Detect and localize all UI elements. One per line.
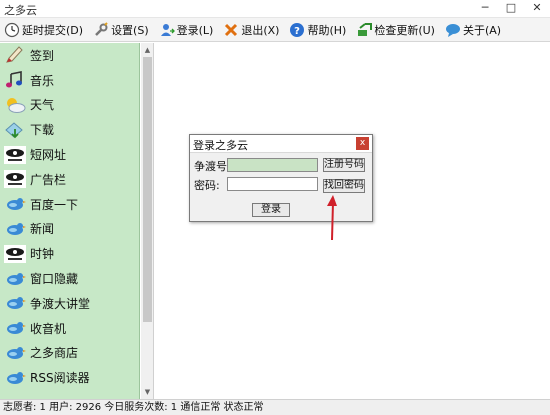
about-label: 关于(A)	[462, 23, 502, 37]
sidebar-item-label: 百度一下	[30, 197, 79, 212]
sidebar-item-clock[interactable]: 时钟	[0, 241, 139, 266]
sidebar-item-label: RSS阅读器	[30, 371, 90, 386]
sidebar-item-weather[interactable]: 天气	[0, 93, 139, 118]
clock-icon	[4, 22, 20, 38]
sidebar-item-rss-reader[interactable]: RSS阅读器	[0, 365, 139, 390]
dialog-title-bar: 登录之多云 x	[190, 135, 372, 153]
close-window-button[interactable]: ✕	[530, 1, 544, 14]
eye-logo-icon	[4, 170, 26, 189]
pen-icon	[4, 46, 26, 64]
scrollbar-thumb[interactable]	[143, 57, 152, 322]
wrench-icon	[93, 21, 109, 38]
about-icon	[445, 22, 461, 38]
minimize-button[interactable]: ─	[478, 1, 492, 14]
user-login-icon	[159, 22, 175, 38]
maximize-button[interactable]: □	[504, 1, 518, 14]
sidebar-item-label: 争渡大讲堂	[30, 296, 91, 311]
sidebar-item-checkin[interactable]: 签到	[0, 43, 139, 68]
annotation-arrow-icon	[327, 195, 337, 241]
weather-icon	[4, 96, 26, 114]
login-label: 登录(L)	[176, 23, 214, 37]
sidebar-item-hide-window[interactable]: 窗口隐藏	[0, 266, 139, 291]
scroll-up-icon[interactable]: ▲	[143, 45, 152, 55]
sidebar-item-radio[interactable]: 收音机	[0, 316, 139, 341]
window-title: 之多云	[4, 4, 37, 17]
sidebar: 签到 音乐 天气 下载 短网址 广告栏 百度一下 新闻 时钟 窗口隐藏 争渡大讲…	[0, 43, 140, 399]
sidebar-item-label: 天气	[30, 98, 55, 113]
eye-logo-icon	[4, 244, 26, 263]
bird-icon	[4, 220, 26, 238]
sidebar-item-label: 音乐	[30, 73, 55, 88]
bird-icon	[4, 294, 26, 312]
password-label: 密码:	[194, 179, 220, 192]
sidebar-item-baidu[interactable]: 百度一下	[0, 192, 139, 217]
dialog-title: 登录之多云	[193, 139, 248, 152]
username-label: 争渡号:	[194, 160, 231, 173]
exit-label: 退出(X)	[241, 23, 280, 37]
help-icon: ?	[289, 22, 305, 38]
sidebar-item-label: 窗口隐藏	[30, 272, 79, 287]
status-bar: 志愿者: 1 用户: 2926 今日服务次数: 1 通信正常 状态正常	[0, 399, 550, 415]
delayed-submit-button[interactable]: 延时提交(D)	[2, 19, 85, 41]
sidebar-scrollbar[interactable]: ▲ ▼	[141, 43, 154, 399]
toolbar: 延时提交(D) 设置(S) 登录(L) 退出(X) ? 帮助(H) 检查更新(U…	[0, 18, 550, 42]
settings-label: 设置(S)	[111, 23, 149, 37]
sidebar-item-label: 签到	[30, 48, 55, 63]
sidebar-item-label: 下载	[30, 123, 55, 138]
svg-text:?: ?	[295, 26, 301, 37]
title-bar: 之多云 ─ □ ✕	[0, 0, 550, 18]
dialog-close-button[interactable]: x	[356, 137, 369, 150]
sidebar-item-music[interactable]: 音乐	[0, 68, 139, 93]
sidebar-item-label: 新闻	[30, 222, 55, 237]
bird-icon	[4, 270, 26, 288]
settings-button[interactable]: 设置(S)	[91, 19, 151, 41]
register-button[interactable]: 注册号码	[323, 158, 365, 172]
help-button[interactable]: ? 帮助(H)	[287, 19, 348, 41]
sidebar-item-label: 短网址	[30, 148, 67, 163]
bird-icon	[4, 319, 26, 337]
sidebar-item-short-url[interactable]: 短网址	[0, 142, 139, 167]
sidebar-item-label: 时钟	[30, 247, 55, 262]
sidebar-item-ad-bar[interactable]: 广告栏	[0, 167, 139, 192]
scroll-down-icon[interactable]: ▼	[143, 387, 152, 397]
exit-icon	[223, 22, 239, 38]
sidebar-item-download[interactable]: 下载	[0, 117, 139, 142]
login-button[interactable]: 登录(L)	[157, 19, 216, 41]
bird-icon	[4, 369, 26, 387]
sidebar-item-news[interactable]: 新闻	[0, 217, 139, 242]
check-update-button[interactable]: 检查更新(U)	[354, 19, 437, 41]
update-icon	[356, 22, 373, 38]
sidebar-item-store[interactable]: 之多商店	[0, 341, 139, 366]
login-submit-button[interactable]: 登录	[252, 203, 290, 217]
password-field[interactable]	[227, 177, 318, 191]
help-label: 帮助(H)	[307, 23, 347, 37]
music-icon	[4, 71, 26, 89]
sidebar-item-label: 广告栏	[30, 172, 67, 187]
about-button[interactable]: 关于(A)	[443, 19, 503, 41]
delayed-submit-label: 延时提交(D)	[22, 23, 84, 37]
eye-logo-icon	[4, 145, 26, 164]
username-field[interactable]	[227, 158, 318, 172]
sidebar-item-label: 之多商店	[30, 346, 79, 361]
bird-icon	[4, 195, 26, 213]
download-icon	[4, 121, 26, 139]
login-dialog: 登录之多云 x 争渡号: 注册号码 密码: 找回密码 登录	[189, 134, 373, 222]
window-controls: ─ □ ✕	[478, 1, 544, 14]
check-update-label: 检查更新(U)	[374, 23, 435, 37]
recover-password-button[interactable]: 找回密码	[323, 179, 365, 193]
bird-icon	[4, 344, 26, 362]
sidebar-item-label: 收音机	[30, 321, 67, 336]
sidebar-item-lecture-hall[interactable]: 争渡大讲堂	[0, 291, 139, 316]
exit-button[interactable]: 退出(X)	[221, 19, 281, 41]
